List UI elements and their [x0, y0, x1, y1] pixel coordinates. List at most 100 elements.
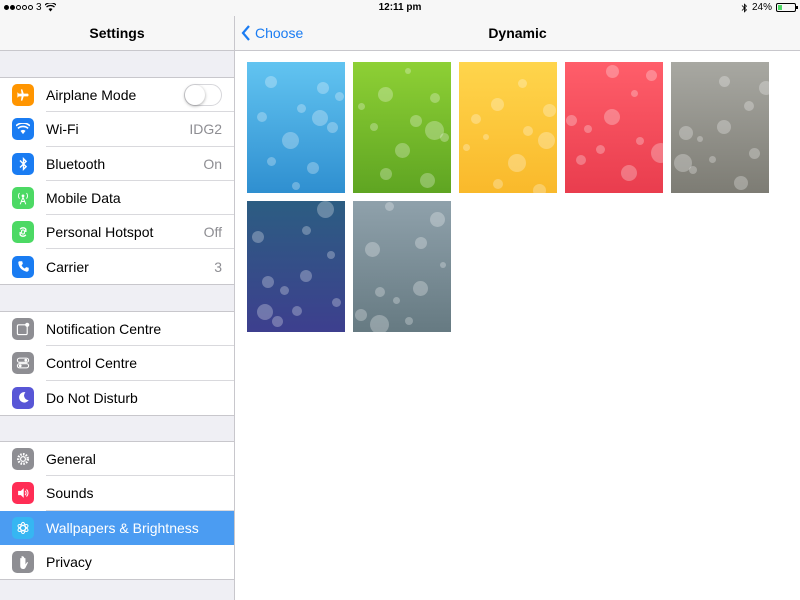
sidebar-item-label: Notification Centre: [46, 321, 162, 338]
wallpaper-thumbnail-night-blue[interactable]: [247, 201, 345, 332]
bokeh-bubble: [508, 154, 526, 172]
bokeh-bubble: [307, 162, 319, 174]
sidebar-item-value: Off: [203, 224, 222, 241]
sidebar-item-label: Wallpapers & Brightness: [46, 519, 199, 536]
bokeh-bubble: [317, 201, 334, 218]
moon-icon: [12, 386, 34, 409]
bokeh-bubble: [378, 87, 393, 102]
battery-percent: 24%: [751, 2, 772, 13]
wallpaper-thumbnail-yellow[interactable]: [459, 62, 557, 193]
bokeh-bubble: [543, 104, 556, 117]
bokeh-bubble: [471, 114, 481, 124]
sidebar-item-control-centre[interactable]: Control Centre: [0, 346, 234, 381]
bokeh-bubble: [370, 123, 378, 131]
sidebar-item-label: Mobile Data: [46, 190, 121, 207]
wallpaper-thumbnail-slate[interactable]: [353, 201, 451, 332]
sidebar-item-personal-hotspot[interactable]: Personal Hotspot Off: [0, 215, 234, 250]
sidebar-item-label: Personal Hotspot: [46, 224, 154, 241]
bokeh-bubble: [380, 168, 392, 180]
sidebar-item-sounds[interactable]: Sounds: [0, 476, 234, 511]
bokeh-bubble: [679, 126, 693, 140]
bokeh-bubble: [604, 109, 620, 125]
bokeh-bubble: [533, 184, 546, 193]
settings-group-2: Notification Centre Control Centre Do Not …: [0, 311, 234, 416]
bokeh-bubble: [385, 202, 394, 211]
bokeh-bubble: [335, 92, 344, 101]
wallpaper-thumbnail-blue[interactable]: [247, 62, 345, 193]
sidebar-item-privacy[interactable]: Privacy: [0, 545, 234, 579]
hotspot-icon: [12, 221, 34, 244]
control-centre-icon: [12, 352, 34, 375]
sidebar-item-label: Bluetooth: [46, 155, 106, 172]
phone-icon: [12, 255, 34, 278]
bokeh-bubble: [272, 316, 283, 327]
bokeh-bubble: [518, 79, 527, 88]
wallpaper-thumbnail-red[interactable]: [565, 62, 663, 193]
bokeh-bubble: [636, 137, 644, 145]
flower-icon: [12, 516, 34, 539]
status-bar: 3 12:11 pm 24%: [0, 0, 800, 16]
sidebar-item-label: Wi-Fi: [46, 121, 79, 138]
sidebar-item-label: Sounds: [46, 485, 94, 502]
sidebar-item-mobile-data[interactable]: Mobile Data: [0, 181, 234, 216]
bluetooth-icon: [12, 152, 34, 175]
bokeh-bubble: [355, 309, 367, 321]
bokeh-bubble: [312, 110, 328, 126]
bokeh-bubble: [370, 315, 389, 332]
bokeh-bubble: [674, 154, 692, 172]
bokeh-bubble: [317, 82, 329, 94]
bokeh-bubble: [358, 103, 365, 110]
bokeh-bubble: [365, 242, 380, 257]
page-title: Dynamic: [488, 25, 547, 41]
bokeh-bubble: [395, 143, 410, 158]
bokeh-bubble: [430, 212, 445, 227]
sidebar-item-carrier[interactable]: Carrier 3: [0, 249, 234, 283]
airplane-mode-toggle[interactable]: [184, 84, 222, 107]
bokeh-bubble: [744, 101, 754, 111]
bokeh-bubble: [749, 148, 760, 159]
bokeh-bubble: [267, 157, 276, 166]
sidebar-item-notification-centre[interactable]: Notification Centre: [0, 312, 234, 347]
bokeh-bubble: [523, 126, 533, 136]
bokeh-bubble: [430, 93, 440, 103]
bokeh-bubble: [576, 155, 586, 165]
settings-group-1: Airplane Mode Wi-Fi IDG2 Bluetooth On Mobile …: [0, 77, 234, 285]
bokeh-bubble: [491, 98, 504, 111]
bokeh-bubble: [405, 68, 411, 74]
sidebar-item-label: Carrier: [46, 258, 89, 275]
notification-icon: [12, 318, 34, 341]
status-right: 24%: [741, 2, 798, 13]
settings-sidebar: Settings Airplane Mode Wi-Fi IDG2 Bluetooth…: [0, 0, 235, 600]
bokeh-bubble: [425, 121, 444, 140]
sidebar-item-airplane-mode[interactable]: Airplane Mode: [0, 78, 234, 113]
bokeh-bubble: [709, 156, 716, 163]
sidebar-title: Settings: [0, 16, 234, 51]
bokeh-bubble: [538, 132, 555, 149]
wallpaper-thumbnail-green[interactable]: [353, 62, 451, 193]
sidebar-item-general[interactable]: General: [0, 442, 234, 477]
sidebar-item-wi-fi[interactable]: Wi-Fi IDG2: [0, 112, 234, 147]
bokeh-bubble: [257, 112, 267, 122]
bokeh-bubble: [420, 173, 435, 188]
status-time: 12:11 pm: [378, 2, 422, 13]
settings-group-3: General Sounds Wallpapers & Brightness Priv…: [0, 441, 234, 581]
sidebar-item-do-not-disturb[interactable]: Do Not Disturb: [0, 381, 234, 415]
bokeh-bubble: [297, 104, 306, 113]
sidebar-item-value: On: [203, 155, 222, 172]
bokeh-bubble: [483, 134, 489, 140]
bokeh-bubble: [375, 287, 385, 297]
wallpaper-thumbnail-grey[interactable]: [671, 62, 769, 193]
speaker-icon: [12, 482, 34, 505]
bokeh-bubble: [566, 115, 577, 126]
bokeh-bubble: [302, 226, 311, 235]
bokeh-bubble: [413, 281, 428, 296]
gear-icon: [12, 448, 34, 471]
bokeh-bubble: [393, 297, 400, 304]
navigation-bar: Choose Dynamic: [235, 16, 800, 51]
sidebar-item-label: General: [46, 451, 96, 468]
sidebar-item-wallpapers-and-brightness[interactable]: Wallpapers & Brightness: [0, 510, 234, 545]
sidebar-item-bluetooth[interactable]: Bluetooth On: [0, 147, 234, 181]
bokeh-bubble: [327, 251, 335, 259]
bokeh-bubble: [697, 136, 703, 142]
sidebar-item-label: Control Centre: [46, 355, 138, 372]
